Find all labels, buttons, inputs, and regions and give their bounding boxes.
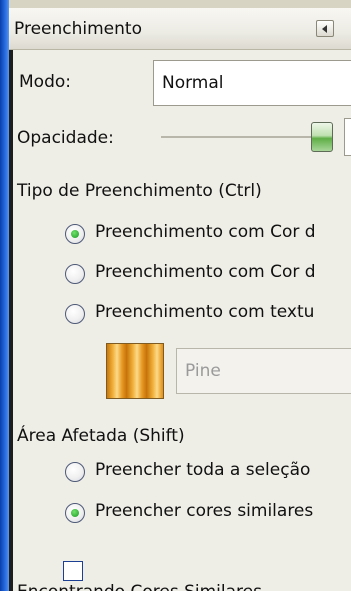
similar-colors-checkbox[interactable] (63, 561, 83, 581)
opacity-label: Opacidade: (17, 128, 114, 148)
opacity-slider-track[interactable] (161, 136, 313, 138)
collapse-panel-button[interactable] (316, 20, 334, 37)
fill-type-heading: Tipo de Preenchimento (Ctrl) (17, 181, 262, 201)
panel-body: Modo: Normal Opacidade: Tipo de Preenchi… (9, 50, 351, 591)
window-frame (0, 0, 9, 591)
collapse-left-icon (322, 25, 327, 33)
opacity-value-field[interactable] (344, 118, 351, 156)
window-top-edge (9, 0, 351, 8)
mode-value: Normal (162, 73, 224, 93)
affected-area-heading: Área Afetada (Shift) (17, 426, 185, 446)
radio-button[interactable] (65, 462, 85, 482)
texture-select[interactable]: Pine (176, 348, 351, 394)
mode-select[interactable]: Normal (153, 60, 351, 106)
radio-label: Preenchimento com textu (95, 302, 315, 322)
panel-title-bar: Preenchimento (9, 8, 351, 50)
radio-label: Preencher cores similares (95, 501, 314, 521)
opacity-slider-handle[interactable] (311, 122, 333, 152)
radio-button[interactable] (65, 304, 85, 324)
panel-title: Preenchimento (14, 19, 142, 39)
similar-colors-heading: Encontrando Cores Similares (17, 582, 262, 591)
radio-label: Preenchimento com Cor d (95, 222, 316, 242)
radio-button[interactable] (65, 224, 85, 244)
radio-button[interactable] (65, 503, 85, 523)
radio-label: Preenchimento com Cor d (95, 262, 316, 282)
fill-tool-options-window: Preenchimento Modo: Normal Opacidade: Ti… (0, 0, 351, 591)
texture-preview-swatch[interactable] (106, 343, 164, 399)
radio-button[interactable] (65, 264, 85, 284)
radio-label: Preencher toda a seleção (95, 460, 311, 480)
texture-name: Pine (185, 361, 221, 381)
mode-label: Modo: (19, 72, 71, 92)
